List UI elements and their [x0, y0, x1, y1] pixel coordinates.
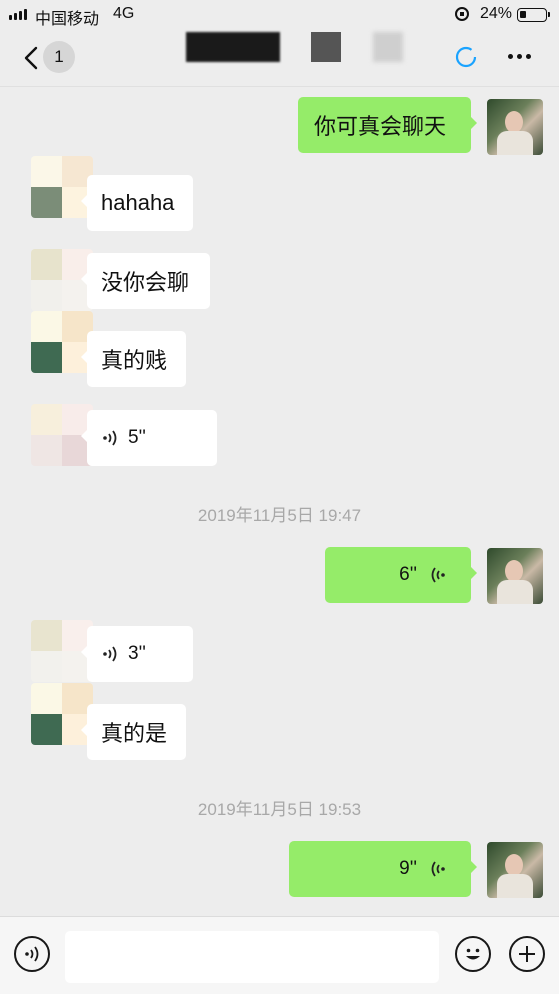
- outgoing-voice-bubble[interactable]: 6'': [325, 547, 477, 603]
- incoming-text-bubble[interactable]: hahaha: [81, 175, 193, 231]
- carrier-name: 中国移动: [35, 11, 100, 28]
- voice-mode-icon: [25, 946, 39, 962]
- more-dots-icon[interactable]: [508, 54, 531, 59]
- chat-timestamp: 2019年11月5日 19:47: [197, 506, 362, 525]
- battery-percent: 24%: [480, 5, 513, 22]
- chat-timestamp: 2019年11月5日 19:53: [197, 800, 362, 819]
- voice-mode-button[interactable]: [14, 936, 50, 972]
- unread-count-badge[interactable]: 1: [43, 41, 75, 73]
- incoming-voice-bubble[interactable]: 3'': [81, 626, 193, 682]
- outgoing-voice-bubble[interactable]: 9'': [289, 841, 477, 897]
- incoming-voice-bubble[interactable]: 5'': [81, 410, 217, 466]
- incoming-text-bubble[interactable]: 真的贱: [81, 331, 186, 387]
- voice-duration: 3'': [128, 643, 146, 664]
- signal-strength-icon: [9, 9, 27, 20]
- voice-wave-icon: [103, 430, 117, 446]
- status-bar: 中国移动 4G 24%: [0, 0, 559, 30]
- message-text: 没你会聊: [101, 270, 190, 295]
- my-avatar[interactable]: [487, 842, 543, 898]
- chevron-left-icon[interactable]: [18, 44, 46, 72]
- emoji-button[interactable]: [455, 936, 491, 972]
- message-text: 你可真会聊天: [314, 114, 447, 139]
- battery-level: [520, 11, 526, 18]
- chat-header: 1: [0, 30, 559, 87]
- emoji-icon: [466, 948, 480, 960]
- message-text: 真的贱: [101, 348, 168, 373]
- plus-icon: [519, 946, 535, 962]
- message-text: hahaha: [101, 190, 175, 215]
- my-avatar[interactable]: [487, 548, 543, 604]
- message-input[interactable]: [65, 931, 439, 983]
- add-button[interactable]: [509, 936, 545, 972]
- incoming-text-bubble[interactable]: 没你会聊: [81, 253, 210, 309]
- voice-duration: 5'': [128, 427, 146, 448]
- contact-avatar[interactable]: [31, 311, 93, 373]
- network-type: 4G: [113, 5, 135, 22]
- rotation-lock-icon: [455, 7, 469, 21]
- outgoing-text-bubble[interactable]: 你可真会聊天: [298, 97, 477, 153]
- my-avatar[interactable]: [487, 99, 543, 155]
- battery-icon: [517, 8, 550, 22]
- voice-wave-icon: [431, 567, 445, 583]
- incoming-text-bubble[interactable]: 真的是: [81, 704, 186, 760]
- chat-title-redacted: [311, 32, 341, 62]
- chat-title-redacted: [186, 32, 280, 62]
- voice-duration: 9'': [399, 858, 417, 879]
- chat-title-redacted: [373, 32, 403, 62]
- input-bar: [0, 916, 559, 994]
- loading-ring-icon: [455, 46, 477, 68]
- voice-wave-icon: [431, 861, 445, 877]
- voice-duration: 6'': [399, 564, 417, 585]
- voice-wave-icon: [103, 646, 117, 662]
- contact-avatar[interactable]: [31, 156, 93, 218]
- message-text: 真的是: [101, 721, 168, 746]
